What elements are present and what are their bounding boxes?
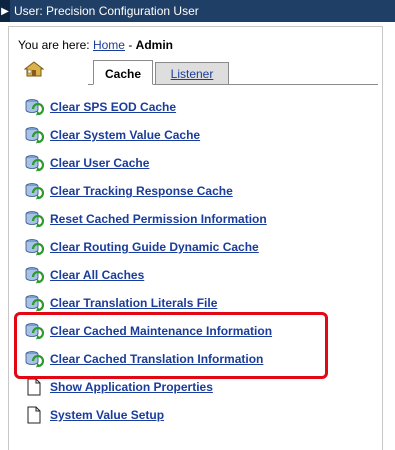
list-item: Clear All Caches (24, 265, 144, 285)
home-icon[interactable] (24, 61, 44, 77)
cache-refresh-icon (25, 295, 44, 312)
cache-refresh-icon (25, 267, 44, 284)
clear-routing-guide-cache-link[interactable]: Clear Routing Guide Dynamic Cache (50, 240, 259, 254)
breadcrumb-home-link[interactable]: Home (93, 38, 125, 52)
cache-refresh-icon (25, 351, 44, 368)
cache-refresh-icon (25, 155, 44, 172)
tab-listener[interactable]: Listener (155, 62, 229, 84)
clear-tracking-response-cache-link[interactable]: Clear Tracking Response Cache (50, 184, 233, 198)
breadcrumb-current: Admin (135, 38, 174, 52)
list-item: Show Application Properties (24, 377, 213, 397)
window-titlebar: ▶ User: Precision Configuration User (0, 0, 395, 22)
list-item: Reset Cached Permission Information (24, 209, 267, 229)
breadcrumb-prefix: You are here: (18, 38, 90, 52)
clear-sps-eod-cache-link[interactable]: Clear SPS EOD Cache (50, 100, 176, 114)
cache-refresh-icon (25, 183, 44, 200)
list-item: Clear Routing Guide Dynamic Cache (24, 237, 259, 257)
breadcrumb: You are here: Home - Admin (18, 38, 173, 52)
list-item: Clear Translation Literals File (24, 293, 217, 313)
cache-refresh-icon (25, 127, 44, 144)
list-item: System Value Setup (24, 405, 164, 425)
window-title: User: Precision Configuration User (14, 4, 199, 18)
list-item: Clear System Value Cache (24, 125, 200, 145)
breadcrumb-separator: - (128, 38, 133, 52)
list-item: Clear User Cache (24, 153, 149, 173)
clear-cached-translation-link[interactable]: Clear Cached Translation Information (50, 352, 263, 366)
list-item: Clear SPS EOD Cache (24, 97, 176, 117)
clear-all-caches-link[interactable]: Clear All Caches (50, 268, 144, 282)
cache-refresh-icon (25, 99, 44, 116)
tab-cache[interactable]: Cache (93, 60, 153, 85)
document-icon (27, 378, 41, 396)
list-item: Clear Cached Translation Information (24, 349, 263, 369)
document-icon (27, 406, 41, 424)
clear-user-cache-link[interactable]: Clear User Cache (50, 156, 149, 170)
cache-refresh-icon (25, 323, 44, 340)
cache-refresh-icon (25, 211, 44, 228)
list-item: Clear Tracking Response Cache (24, 181, 233, 201)
chevron-right-icon[interactable]: ▶ (0, 0, 10, 22)
clear-system-value-cache-link[interactable]: Clear System Value Cache (50, 128, 200, 142)
cache-refresh-icon (25, 239, 44, 256)
clear-translation-literals-link[interactable]: Clear Translation Literals File (50, 296, 217, 310)
reset-cached-permission-link[interactable]: Reset Cached Permission Information (50, 212, 267, 226)
system-value-setup-link[interactable]: System Value Setup (50, 408, 164, 422)
show-application-properties-link[interactable]: Show Application Properties (50, 380, 213, 394)
list-item: Clear Cached Maintenance Information (24, 321, 272, 341)
clear-cached-maintenance-link[interactable]: Clear Cached Maintenance Information (50, 324, 272, 338)
